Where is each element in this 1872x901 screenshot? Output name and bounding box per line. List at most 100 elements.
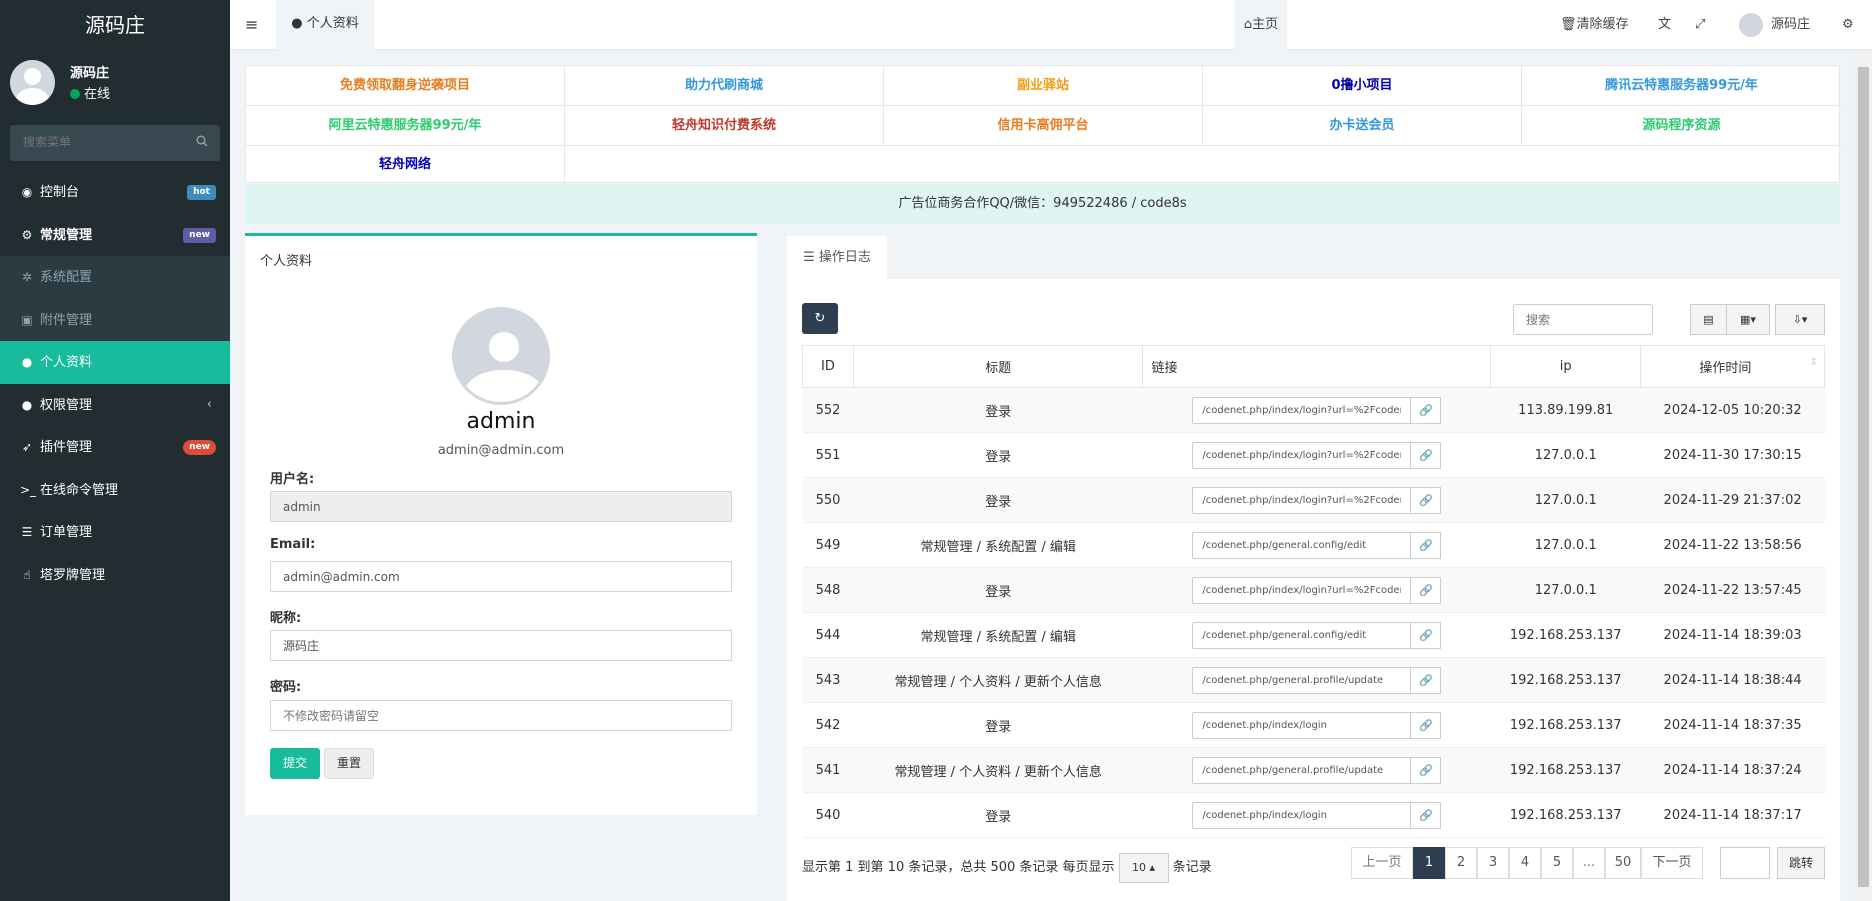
sidebar-item-command[interactable]: >_ 在线命令管理 (0, 469, 230, 512)
export-button[interactable]: ⇩▾ (1775, 304, 1825, 335)
link-icon[interactable]: 🔗 (1411, 576, 1442, 604)
page-button[interactable]: 1 (1413, 847, 1445, 879)
url-field[interactable] (1192, 711, 1412, 739)
cell-ip[interactable]: 192.168.253.137 (1490, 612, 1641, 658)
link-icon[interactable]: 🔗 (1411, 756, 1442, 784)
page-button[interactable]: 50 (1605, 847, 1641, 879)
page-size-select[interactable]: 10 ▴ (1118, 853, 1169, 883)
username-field[interactable] (270, 491, 732, 522)
table-row[interactable]: 540登录 🔗 192.168.253.1372024-11-14 18:37:17 (802, 792, 1825, 838)
tab-log[interactable]: ☰ 操作日志 (787, 236, 887, 279)
table-row[interactable]: 550登录 🔗 127.0.0.12024-11-29 21:37:02 (802, 477, 1825, 523)
app-logo[interactable]: 源码庄 (0, 0, 230, 50)
link-icon[interactable]: 🔗 (1411, 666, 1442, 694)
ad-link[interactable]: 阿里云特惠服务器99元/年 (246, 106, 565, 146)
link-icon[interactable]: 🔗 (1411, 441, 1442, 469)
ad-link[interactable]: 轻舟知识付费系统 (565, 106, 884, 146)
cell-ip[interactable]: 127.0.0.1 (1490, 477, 1641, 523)
sidebar-item-order[interactable]: ☰ 订单管理 (0, 511, 230, 554)
cell-ip[interactable]: 113.89.199.81 (1490, 387, 1641, 433)
column-header-title[interactable]: 标题 (852, 345, 1144, 388)
url-field[interactable] (1192, 441, 1412, 469)
user-menu[interactable]: 源码庄 (1739, 0, 1810, 50)
jump-button[interactable]: 跳转 (1777, 847, 1825, 879)
ad-link[interactable]: 副业驿站 (884, 66, 1203, 106)
cell-ip[interactable]: 192.168.253.137 (1490, 792, 1641, 838)
page-button[interactable]: 4 (1509, 847, 1541, 879)
url-field[interactable] (1192, 801, 1412, 829)
sidebar-item-tarot[interactable]: ☝ 塔罗牌管理 (0, 554, 230, 597)
profile-avatar[interactable] (452, 307, 550, 405)
page-button[interactable]: 3 (1477, 847, 1509, 879)
sidebar-item-profile[interactable]: ● 个人资料 (0, 341, 230, 384)
table-row[interactable]: 544常规管理 / 系统配置 / 编辑 🔗 192.168.253.1372024-… (802, 612, 1825, 658)
cell-ip[interactable]: 127.0.0.1 (1490, 567, 1641, 613)
ad-link[interactable]: 腾讯云特惠服务器99元/年 (1522, 66, 1841, 106)
fullscreen-icon[interactable]: ⤢ (1695, 0, 1705, 50)
search-icon[interactable] (196, 135, 208, 147)
url-field[interactable] (1192, 576, 1412, 604)
url-field[interactable] (1192, 531, 1412, 559)
sidebar-item-auth[interactable]: ● 权限管理 ‹ (0, 384, 230, 427)
table-row[interactable]: 543常规管理 / 个人资料 / 更新个人信息 🔗 192.168.253.1372… (802, 657, 1825, 703)
sidebar-item-addon[interactable]: ➶ 插件管理 new (0, 426, 230, 469)
ad-link[interactable]: 信用卡高佣平台 (884, 106, 1203, 146)
home-button[interactable]: ⌂主页 (1235, 0, 1287, 50)
table-row[interactable]: 549常规管理 / 系统配置 / 编辑 🔗 127.0.0.12024-11-22 … (802, 522, 1825, 568)
cell-ip[interactable]: 127.0.0.1 (1490, 522, 1641, 568)
clear-cache-button[interactable]: 🗑清除缓存 (1560, 0, 1629, 50)
ad-link[interactable]: 免费领取翻身逆袭项目 (246, 66, 565, 106)
ad-link[interactable]: 助力代刷商城 (565, 66, 884, 106)
settings-icon[interactable]: ⚙ (1842, 0, 1854, 50)
toggle-view-button[interactable]: ▤ (1690, 304, 1727, 335)
columns-button[interactable]: ▦▾ (1726, 304, 1770, 335)
column-header-id[interactable]: ID (802, 345, 854, 388)
reset-button[interactable]: 重置 (324, 748, 374, 779)
link-icon[interactable]: 🔗 (1411, 801, 1442, 829)
page-button[interactable]: 5 (1541, 847, 1573, 879)
column-header-url[interactable]: 链接 (1142, 345, 1492, 388)
url-field[interactable] (1192, 621, 1412, 649)
link-icon[interactable]: 🔗 (1411, 396, 1442, 424)
sidebar-item-attachment[interactable]: ▣ 附件管理 (0, 298, 230, 341)
refresh-button[interactable]: ↻ (802, 303, 838, 334)
table-row[interactable]: 542登录 🔗 192.168.253.1372024-11-14 18:37:35 (802, 702, 1825, 748)
ad-link[interactable]: 0撸小项目 (1203, 66, 1522, 106)
page-button[interactable]: 2 (1445, 847, 1477, 879)
column-header-time[interactable]: 操作时间 ⇕ (1640, 345, 1825, 388)
url-field[interactable] (1192, 486, 1412, 514)
table-row[interactable]: 551登录 🔗 127.0.0.12024-11-30 17:30:15 (802, 432, 1825, 478)
menu-toggle-icon[interactable]: ≡ (245, 0, 258, 50)
ad-link[interactable]: 办卡送会员 (1203, 106, 1522, 146)
scrollbar-thumb[interactable] (1858, 67, 1869, 887)
url-field[interactable] (1192, 666, 1412, 694)
submit-button[interactable]: 提交 (270, 748, 320, 779)
link-icon[interactable]: 🔗 (1411, 711, 1442, 739)
email-field[interactable] (270, 561, 732, 592)
cell-ip[interactable]: 192.168.253.137 (1490, 702, 1641, 748)
sidebar-item-config[interactable]: ✲ 系统配置 (0, 256, 230, 299)
jump-page-input[interactable] (1720, 847, 1770, 879)
next-page-button[interactable]: 下一页 (1641, 847, 1703, 879)
column-header-ip[interactable]: ip (1490, 345, 1642, 388)
prev-page-button[interactable]: 上一页 (1351, 847, 1413, 879)
table-row[interactable]: 552登录 🔗 113.89.199.812024-12-05 10:20:32 (802, 387, 1825, 433)
cell-ip[interactable]: 192.168.253.137 (1490, 747, 1641, 793)
sort-icon[interactable]: ⇕ (1810, 357, 1818, 368)
sidebar-item-general[interactable]: ⚙ 常规管理 new (0, 214, 230, 257)
page-scrollbar[interactable] (1855, 50, 1872, 901)
nickname-field[interactable] (270, 630, 732, 661)
link-icon[interactable]: 🔗 (1411, 486, 1442, 514)
link-icon[interactable]: 🔗 (1411, 531, 1442, 559)
ad-link[interactable]: 源码程序资源 (1522, 106, 1841, 146)
cell-ip[interactable]: 192.168.253.137 (1490, 657, 1641, 703)
url-field[interactable] (1192, 396, 1412, 424)
sidebar-item-dashboard[interactable]: ◉ 控制台 hot (0, 171, 230, 214)
password-field[interactable] (270, 700, 732, 731)
cell-ip[interactable]: 127.0.0.1 (1490, 432, 1641, 478)
log-search-input[interactable] (1513, 304, 1653, 335)
url-field[interactable] (1192, 756, 1412, 784)
tab-profile[interactable]: ● 个人资料 (276, 0, 374, 50)
language-icon[interactable]: 文 (1658, 0, 1671, 50)
sidebar-search-input[interactable] (10, 125, 190, 159)
